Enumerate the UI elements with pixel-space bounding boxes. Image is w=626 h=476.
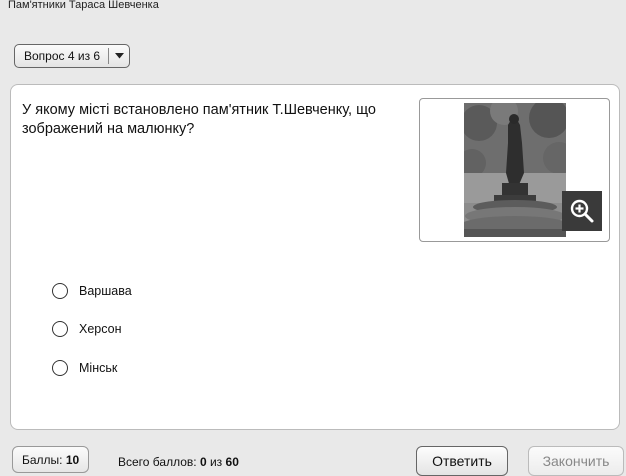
answer-option[interactable]: Мінськ	[52, 360, 117, 376]
option-label: Варшава	[79, 284, 132, 298]
radio-button[interactable]	[52, 283, 68, 299]
total-separator: из	[209, 455, 223, 469]
score-label: Баллы:	[22, 452, 63, 467]
question-text: У якому місті встановлено пам'ятник Т.Ше…	[22, 102, 376, 137]
window-title: Пам'ятники Тараса Шевченка	[8, 0, 159, 11]
option-label: Херсон	[79, 322, 122, 336]
total-label: Всего баллов:	[118, 455, 197, 469]
total-score: Всего баллов: 0 из 60	[118, 455, 239, 469]
radio-button[interactable]	[52, 321, 68, 337]
answer-option[interactable]: Херсон	[52, 321, 122, 337]
finish-button[interactable]: Закончить	[528, 446, 624, 476]
score-badge: Баллы: 10	[12, 446, 90, 473]
total-value: 0	[199, 455, 207, 469]
answer-button[interactable]: Ответить	[416, 446, 508, 476]
chevron-down-icon[interactable]	[109, 53, 129, 59]
option-label: Мінськ	[79, 361, 118, 375]
monument-photo[interactable]	[464, 103, 566, 237]
radio-button[interactable]	[52, 360, 68, 376]
answer-option[interactable]: Варшава	[52, 283, 132, 299]
zoom-in-icon[interactable]	[562, 191, 602, 231]
total-max: 60	[225, 455, 239, 469]
score-value: 10	[65, 452, 80, 467]
question-selector[interactable]: Вопрос 4 из 6	[14, 44, 131, 68]
question-counter: Вопрос 4 из 6	[24, 49, 101, 63]
